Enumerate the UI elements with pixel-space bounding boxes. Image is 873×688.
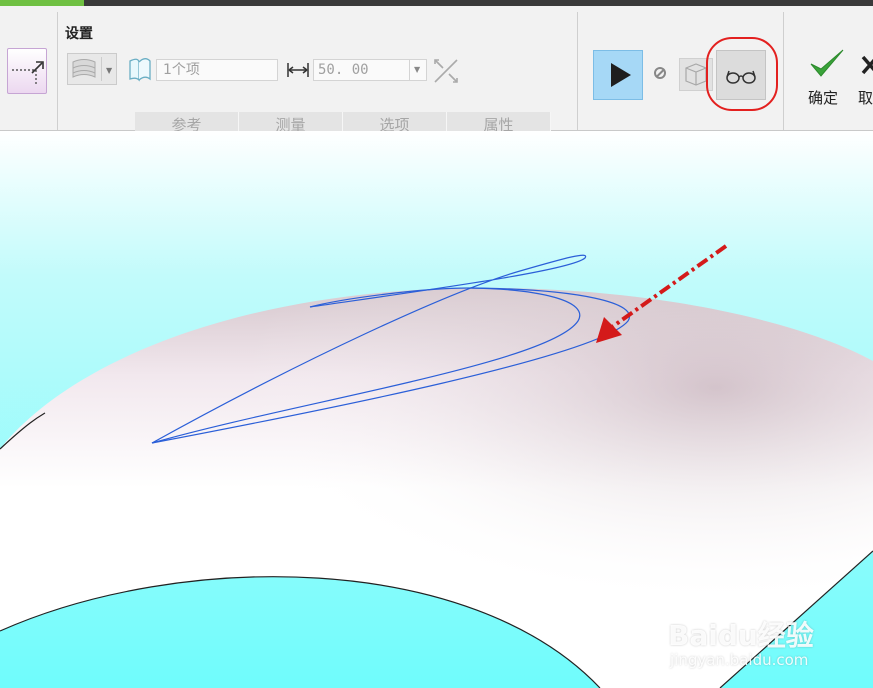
pause-icon[interactable] bbox=[654, 67, 666, 79]
highlight-circle bbox=[706, 37, 778, 111]
watermark-brand: Baidu经验 bbox=[668, 619, 814, 652]
length-value-dropdown[interactable]: ▼ bbox=[409, 60, 426, 80]
watermark-url: jingyan.baidu.com bbox=[670, 651, 809, 669]
separator bbox=[577, 12, 578, 130]
length-value-text: 50. 00 bbox=[318, 62, 369, 78]
separator bbox=[57, 12, 58, 130]
dashboard-ribbon: 设置 ▼ 1个项 50. 00 ▼ 参考 测量 选项 属性 确定 取 bbox=[0, 6, 873, 136]
chevron-down-icon[interactable]: ▼ bbox=[106, 66, 112, 75]
ok-button[interactable]: 确定 bbox=[808, 87, 838, 108]
flip-icon[interactable] bbox=[431, 56, 461, 86]
group-title: 设置 bbox=[65, 26, 93, 42]
surface-icon bbox=[72, 59, 96, 78]
chevron-down-icon: ▼ bbox=[414, 65, 421, 74]
separator bbox=[783, 12, 784, 130]
reference-collector-field[interactable]: 1个项 bbox=[156, 59, 278, 81]
play-icon[interactable] bbox=[593, 50, 643, 100]
sweep-icon[interactable] bbox=[125, 54, 155, 84]
length-icon bbox=[286, 61, 310, 79]
close-icon[interactable] bbox=[860, 53, 873, 77]
checkmark-icon[interactable] bbox=[808, 47, 846, 81]
length-value-input[interactable]: 50. 00 ▼ bbox=[313, 59, 427, 81]
dropdown-divider bbox=[101, 57, 102, 81]
surface-type-dropdown[interactable]: ▼ bbox=[67, 53, 117, 85]
cancel-button[interactable]: 取 bbox=[858, 87, 873, 108]
graphics-viewport[interactable] bbox=[0, 131, 873, 688]
expand-panel-icon[interactable] bbox=[7, 48, 47, 94]
